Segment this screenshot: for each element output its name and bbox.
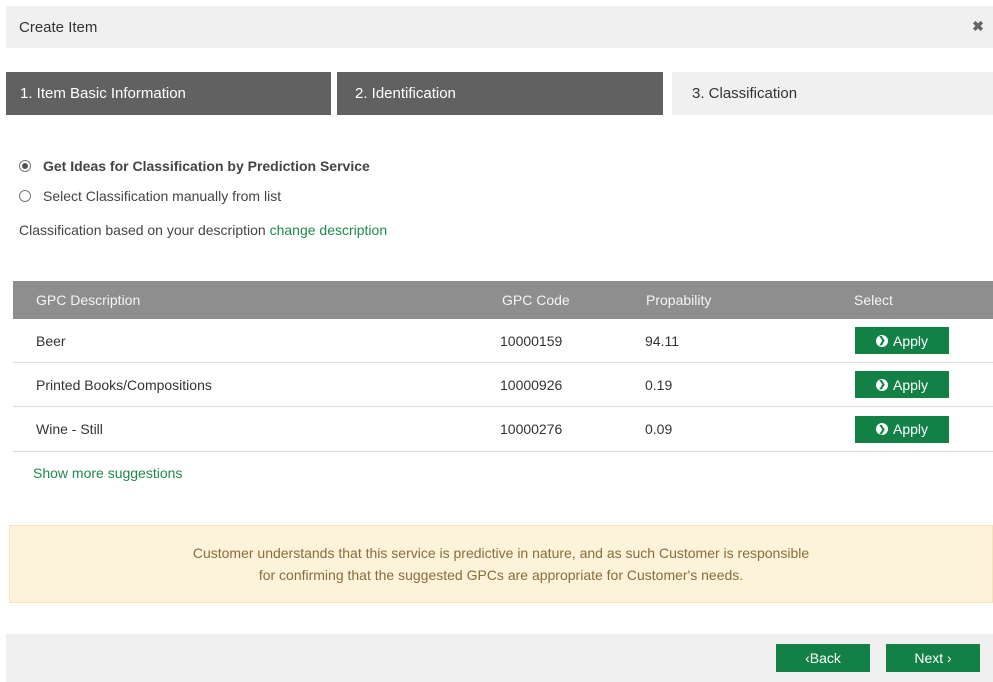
radio-prediction-service[interactable] bbox=[19, 160, 31, 172]
step-identification[interactable]: 2. Identification bbox=[337, 72, 663, 115]
apply-label: Apply bbox=[892, 421, 929, 437]
cell-code: 10000926 bbox=[500, 376, 563, 393]
notice-line-1: Customer understands that this service i… bbox=[192, 545, 810, 561]
cell-probability: 0.19 bbox=[645, 376, 673, 393]
description-text: Classification based on your description bbox=[19, 222, 266, 238]
cell-description: Beer bbox=[36, 332, 66, 349]
apply-label: Apply bbox=[892, 332, 929, 349]
chevron-right-circle-icon: ❯ bbox=[875, 334, 888, 347]
option-prediction-service[interactable]: Get Ideas for Classification by Predicti… bbox=[19, 158, 370, 174]
cell-probability: 0.09 bbox=[645, 421, 673, 437]
column-header-description: GPC Description bbox=[36, 292, 141, 308]
next-button[interactable]: Next › bbox=[886, 644, 980, 672]
apply-button[interactable]: ❯ Apply bbox=[855, 327, 949, 354]
cell-select: ❯ Apply bbox=[845, 327, 993, 354]
dialog-header: Create Item ✖ bbox=[6, 6, 993, 48]
apply-button[interactable]: ❯ Apply bbox=[855, 371, 949, 398]
apply-button[interactable]: ❯ Apply bbox=[855, 415, 949, 443]
chevron-right-circle-icon: ❯ bbox=[875, 423, 888, 435]
cell-description: Printed Books/Compositions bbox=[36, 376, 212, 393]
option-prediction-label: Get Ideas for Classification by Predicti… bbox=[43, 158, 370, 174]
column-header-code: GPC Code bbox=[502, 292, 570, 308]
gpc-table: GPC Description GPC Code Propability Sel… bbox=[13, 281, 993, 452]
column-header-probability: Propability bbox=[646, 292, 712, 308]
cell-probability: 94.11 bbox=[645, 332, 679, 349]
step-item-basic-information[interactable]: 1. Item Basic Information bbox=[6, 72, 331, 115]
cell-select: ❯ Apply bbox=[845, 371, 993, 398]
back-button[interactable]: ‹Back bbox=[776, 644, 870, 672]
notice-line-2: for confirming that the suggested GPCs a… bbox=[258, 567, 744, 583]
close-icon[interactable]: ✖ bbox=[970, 18, 986, 34]
wizard-steps: 1. Item Basic Information 2. Identificat… bbox=[6, 72, 993, 115]
description-line: Classification based on your description… bbox=[19, 222, 387, 238]
cell-code: 10000159 bbox=[500, 332, 563, 349]
disclaimer-notice: Customer understands that this service i… bbox=[9, 525, 993, 603]
table-row: Printed Books/Compositions 10000926 0.19… bbox=[13, 363, 993, 407]
change-description-link[interactable]: change description bbox=[270, 222, 388, 238]
step-label: 2. Identification bbox=[355, 85, 456, 102]
step-label: 3. Classification bbox=[692, 85, 798, 102]
dialog-footer: ‹Back Next › bbox=[6, 634, 993, 682]
step-classification[interactable]: 3. Classification bbox=[672, 72, 993, 115]
dialog-title: Create Item bbox=[19, 18, 98, 36]
cell-description: Wine - Still bbox=[36, 421, 103, 437]
chevron-right-circle-icon: ❯ bbox=[875, 378, 888, 391]
table-row: Wine - Still 10000276 0.09 ❯ Apply bbox=[13, 407, 993, 452]
radio-manual-list[interactable] bbox=[19, 190, 31, 202]
show-more-suggestions-link[interactable]: Show more suggestions bbox=[33, 465, 182, 481]
cell-code: 10000276 bbox=[500, 421, 563, 437]
cell-select: ❯ Apply bbox=[845, 415, 993, 443]
option-manual-list[interactable]: Select Classification manually from list bbox=[19, 188, 281, 204]
table-row: Beer 10000159 94.11 ❯ Apply bbox=[13, 319, 993, 363]
apply-label: Apply bbox=[892, 376, 929, 393]
step-label: 1. Item Basic Information bbox=[20, 85, 186, 102]
option-manual-label: Select Classification manually from list bbox=[43, 188, 282, 204]
column-header-select: Select bbox=[854, 292, 893, 308]
table-header: GPC Description GPC Code Propability Sel… bbox=[13, 281, 993, 319]
